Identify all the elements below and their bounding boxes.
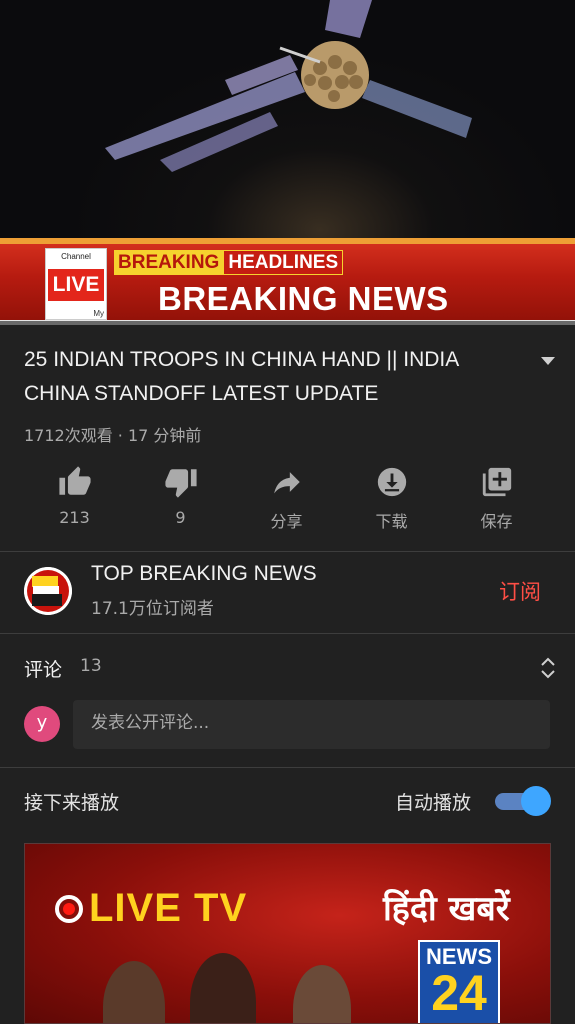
live-tv-text: LIVE TV [89,886,248,930]
thumbs-up-icon [58,466,91,495]
live-label: LIVE [48,269,104,301]
share-label: 分享 [270,512,303,531]
view-count-and-time: 1712次观看 · 17 分钟前 [24,426,202,445]
divider [0,767,575,768]
live-badge: Channel LIVE My [45,248,107,320]
channel-name[interactable]: TOP BREAKING NEWS [91,562,317,586]
action-bar: 213 9 分享 下载 保存 [0,462,575,542]
dislike-button[interactable]: 9 [128,462,233,527]
channel-logo-icon [24,567,72,615]
news24-logo: NEWS 24 [418,940,500,1023]
presenter-image [293,965,351,1023]
toggle-knob [521,786,551,816]
share-button[interactable]: 分享 [234,462,339,532]
divider [0,551,575,552]
autoplay-toggle[interactable] [495,786,551,816]
autoplay-label: 自动播放 [395,792,472,814]
download-button[interactable]: 下载 [339,462,444,532]
share-icon [273,472,300,494]
dislike-count: 9 [175,508,186,527]
video-player[interactable]: Channel LIVE My BREAKING HEADLINES BREAK… [0,0,575,325]
subscriber-count: 17.1万位订阅者 [91,599,214,619]
channel-label: Channel [61,252,91,261]
breaking-headlines-tag: BREAKING HEADLINES [114,250,344,275]
like-count: 213 [59,508,90,527]
up-next-label: 接下来播放 [24,792,120,814]
breaking-news-banner: Channel LIVE My BREAKING HEADLINES BREAK… [0,238,575,325]
user-avatar[interactable]: y [24,706,60,742]
presenter-image [190,953,256,1023]
breaking-news-text: BREAKING NEWS [158,280,449,317]
banner-stripe [0,238,575,244]
save-button[interactable]: 保存 [444,462,549,532]
channel-avatar[interactable] [24,567,72,615]
breaking-label: BREAKING [114,250,224,275]
presenter-image [103,961,165,1023]
download-icon [377,467,406,497]
progress-bar[interactable] [0,321,575,325]
save-to-playlist-icon [482,467,511,497]
live-dot-icon [55,894,83,923]
expand-description-icon[interactable] [538,355,558,367]
save-label: 保存 [480,512,513,531]
divider [0,633,575,634]
download-label: 下载 [375,512,408,531]
next-video-thumbnail[interactable]: LIVE TV हिंदी खबरें NEWS 24 [24,843,551,1024]
like-button[interactable]: 213 [22,462,127,527]
comment-input[interactable]: 发表公开评论... [73,700,550,749]
hindi-text: हिंदी खबरें [383,889,510,929]
subscribe-button[interactable]: 订阅 [499,576,541,606]
expand-comments-icon[interactable] [538,656,558,680]
live-tv-badge: LIVE TV [55,886,247,931]
comments-label[interactable]: 评论 [24,655,62,682]
satellite-image [105,0,472,172]
news24-logo-number: 24 [431,965,487,1021]
video-title[interactable]: 25 INDIAN TROOPS IN CHINA HAND || INDIA … [24,343,514,411]
headlines-label: HEADLINES [223,250,344,275]
my-label: My [93,309,104,318]
thumbs-down-icon [164,469,197,498]
comments-count: 13 [80,656,102,676]
